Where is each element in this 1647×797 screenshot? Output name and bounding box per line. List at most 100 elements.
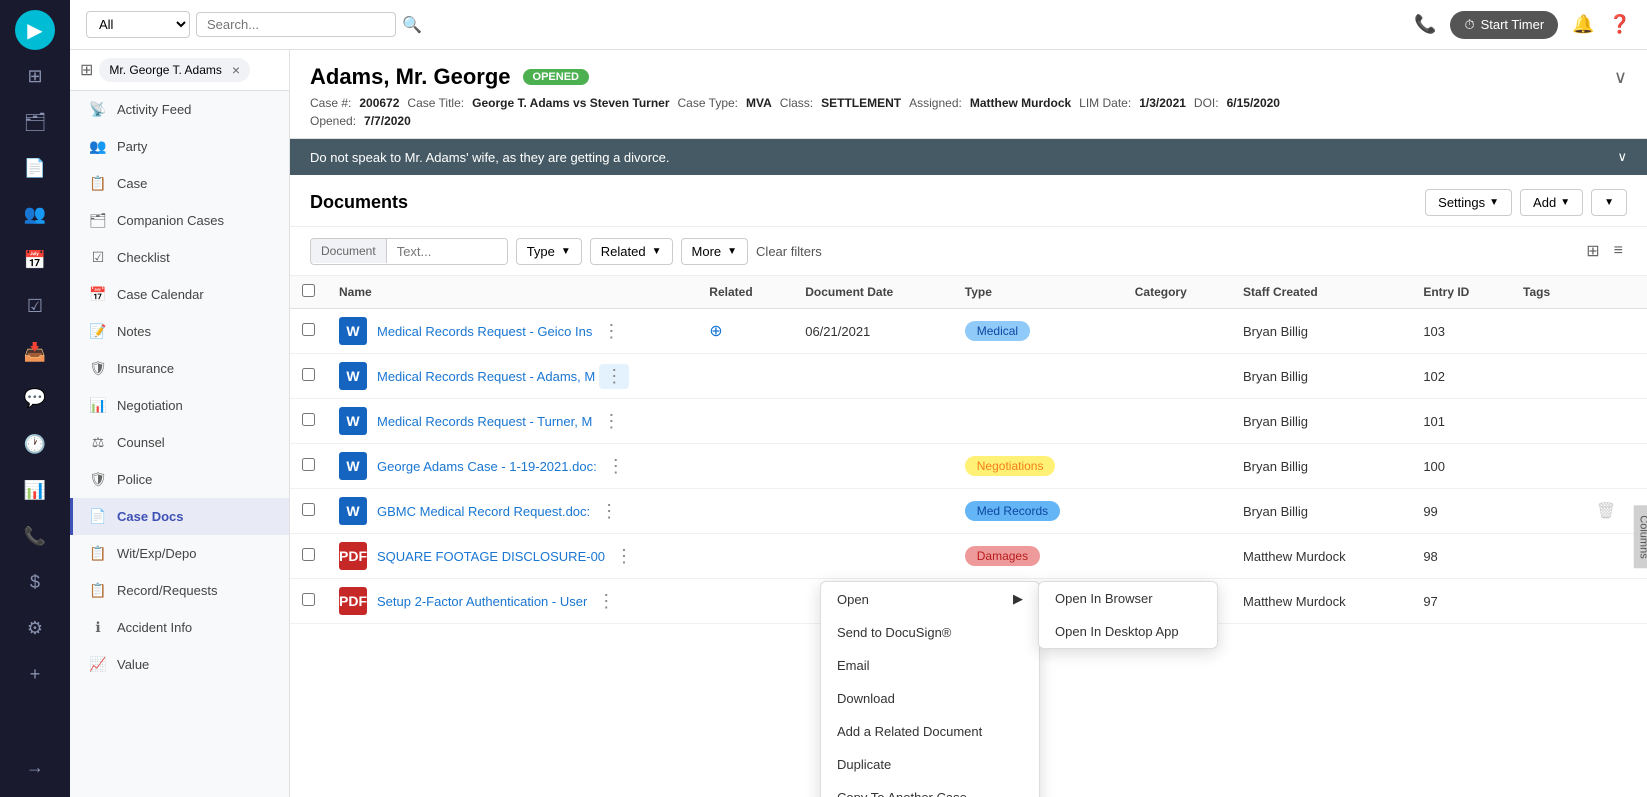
- more-options-button[interactable]: ⋮: [591, 589, 621, 614]
- sidebar-tab-item[interactable]: Mr. George T. Adams ×: [99, 58, 250, 82]
- sidebar-item-value[interactable]: 📈 Value: [70, 646, 289, 683]
- checklist-label: Checklist: [117, 250, 170, 265]
- document-filter-input[interactable]: [387, 239, 507, 264]
- row-checkbox[interactable]: [302, 458, 315, 471]
- sidebar-item-negotiation[interactable]: 📊 Negotiation: [70, 387, 289, 424]
- doc-name[interactable]: Setup 2-Factor Authentication - User: [377, 594, 587, 609]
- start-timer-button[interactable]: ⏱ Start Timer: [1450, 11, 1558, 39]
- phone-nav-icon[interactable]: 📞: [15, 516, 55, 556]
- checklist-nav-icon[interactable]: ☑: [15, 286, 55, 326]
- gear-nav-icon[interactable]: ⚙: [15, 608, 55, 648]
- related-plus-icon[interactable]: ⊕: [709, 323, 722, 340]
- doc-name[interactable]: GBMC Medical Record Request.doc:: [377, 504, 590, 519]
- calendar-nav-icon[interactable]: 📅: [15, 240, 55, 280]
- sub-open-browser[interactable]: Open In Browser: [1039, 582, 1217, 615]
- sidebar-item-police[interactable]: 🛡 Police: [70, 461, 289, 498]
- ctx-docusign[interactable]: Send to DocuSign®: [821, 616, 1039, 649]
- category-cell: [1123, 399, 1231, 444]
- sidebar-item-checklist[interactable]: ☑ Checklist: [70, 239, 289, 276]
- doc-name[interactable]: Medical Records Request - Geico Ins: [377, 324, 592, 339]
- chart-nav-icon[interactable]: 📊: [15, 470, 55, 510]
- entry-id-cell: 100: [1411, 444, 1511, 489]
- help-icon[interactable]: ❓: [1609, 14, 1631, 35]
- clear-filters-button[interactable]: Clear filters: [756, 244, 822, 259]
- row-checkbox[interactable]: [302, 413, 315, 426]
- sidebar-item-wit-exp-depo[interactable]: 📋 Wit/Exp/Depo: [70, 535, 289, 572]
- exit-nav-icon[interactable]: →: [15, 747, 55, 787]
- sidebar-item-case-calendar[interactable]: 📅 Case Calendar: [70, 276, 289, 313]
- doc-type-icon: W: [339, 497, 367, 525]
- row-checkbox[interactable]: [302, 503, 315, 516]
- doc-name[interactable]: SQUARE FOOTAGE DISCLOSURE-00: [377, 549, 605, 564]
- sidebar-item-party[interactable]: 👥 Party: [70, 128, 289, 165]
- open-submenu: Open In Browser Open In Desktop App: [1038, 581, 1218, 649]
- sidebar-item-notes[interactable]: 📝 Notes: [70, 313, 289, 350]
- notification-icon[interactable]: 🔔: [1572, 14, 1594, 35]
- chat-nav-icon[interactable]: 💬: [15, 378, 55, 418]
- settings-button[interactable]: Settings ▼: [1425, 189, 1512, 216]
- clock-nav-icon[interactable]: 🕐: [15, 424, 55, 464]
- type-filter-dropdown[interactable]: Type ▼: [516, 238, 582, 265]
- more-filter-dropdown[interactable]: More ▼: [681, 238, 749, 265]
- more-options-button[interactable]: ⋮: [596, 319, 626, 344]
- more-options-button[interactable]: ⋮: [596, 409, 626, 434]
- add-extra-button[interactable]: ▼: [1591, 189, 1627, 216]
- list-view-button[interactable]: ≡: [1610, 237, 1627, 265]
- ctx-duplicate[interactable]: Duplicate: [821, 748, 1039, 781]
- ctx-download[interactable]: Download: [821, 682, 1039, 715]
- doc-name[interactable]: George Adams Case - 1-19-2021.doc:: [377, 459, 597, 474]
- grid-icon[interactable]: ⊞: [80, 60, 93, 80]
- row-checkbox[interactable]: [302, 548, 315, 561]
- more-options-button[interactable]: ⋮: [599, 364, 629, 389]
- document-nav-icon[interactable]: 📄: [15, 148, 55, 188]
- documents-table: Name Related Document Date Type Category…: [290, 276, 1647, 624]
- doc-type-icon: PDF: [339, 587, 367, 615]
- col-name: Name: [327, 276, 697, 309]
- doc-type-icon: W: [339, 452, 367, 480]
- sidebar-item-activity-feed[interactable]: 📡 Activity Feed: [70, 91, 289, 128]
- inbox-nav-icon[interactable]: 📥: [15, 332, 55, 372]
- sidebar-item-case-docs[interactable]: 📄 Case Docs: [70, 498, 289, 535]
- doc-name[interactable]: Medical Records Request - Turner, M: [377, 414, 592, 429]
- ctx-email[interactable]: Email: [821, 649, 1039, 682]
- search-filter-select[interactable]: All Cases Contacts Documents: [86, 11, 190, 38]
- dollar-nav-icon[interactable]: $: [15, 562, 55, 602]
- ctx-add-related[interactable]: Add a Related Document: [821, 715, 1039, 748]
- doc-name[interactable]: Medical Records Request - Adams, M: [377, 369, 595, 384]
- settings-chevron-icon: ▼: [1489, 197, 1499, 208]
- phone-topbar-icon[interactable]: 📞: [1414, 14, 1436, 35]
- entry-id-cell: 102: [1411, 354, 1511, 399]
- sidebar-item-insurance[interactable]: 🛡 Insurance: [70, 350, 289, 387]
- more-options-button[interactable]: ⋮: [609, 544, 639, 569]
- row-checkbox[interactable]: [302, 593, 315, 606]
- add-button[interactable]: Add ▼: [1520, 189, 1583, 216]
- play-icon[interactable]: ▶: [15, 10, 55, 50]
- sidebar-item-companion-cases[interactable]: 🗂 Companion Cases: [70, 202, 289, 239]
- ctx-copy[interactable]: Copy To Another Case: [821, 781, 1039, 797]
- sidebar-item-accident-info[interactable]: ℹ Accident Info: [70, 609, 289, 646]
- case-collapse-icon[interactable]: ∨: [1614, 67, 1627, 88]
- person-nav-icon[interactable]: 👥: [15, 194, 55, 234]
- more-options-button[interactable]: ⋮: [594, 499, 624, 524]
- related-filter-dropdown[interactable]: Related ▼: [590, 238, 673, 265]
- sidebar-item-case[interactable]: 📋 Case: [70, 165, 289, 202]
- search-input[interactable]: [196, 12, 396, 37]
- search-button[interactable]: 🔍: [402, 15, 422, 35]
- briefcase-nav-icon[interactable]: 🗂: [15, 102, 55, 142]
- columns-tab[interactable]: Columns: [1633, 505, 1647, 568]
- ctx-open[interactable]: Open ▶: [821, 582, 1039, 616]
- plus-nav-icon[interactable]: +: [15, 654, 55, 694]
- alert-collapse-icon[interactable]: ∨: [1617, 149, 1627, 165]
- sidebar-item-record-requests[interactable]: 📋 Record/Requests: [70, 572, 289, 609]
- grid-view-button[interactable]: ⊞: [1582, 237, 1603, 265]
- delete-icon[interactable]: 🗑: [1596, 503, 1616, 520]
- tab-close-icon[interactable]: ×: [232, 62, 240, 78]
- sub-open-desktop[interactable]: Open In Desktop App: [1039, 615, 1217, 648]
- sidebar-item-counsel[interactable]: ⚖ Counsel: [70, 424, 289, 461]
- grid-nav-icon[interactable]: ⊞: [15, 56, 55, 96]
- row-checkbox[interactable]: [302, 368, 315, 381]
- type-badge: Negotiations: [965, 456, 1056, 476]
- select-all-checkbox[interactable]: [302, 284, 315, 297]
- row-checkbox[interactable]: [302, 323, 315, 336]
- more-options-button[interactable]: ⋮: [601, 454, 631, 479]
